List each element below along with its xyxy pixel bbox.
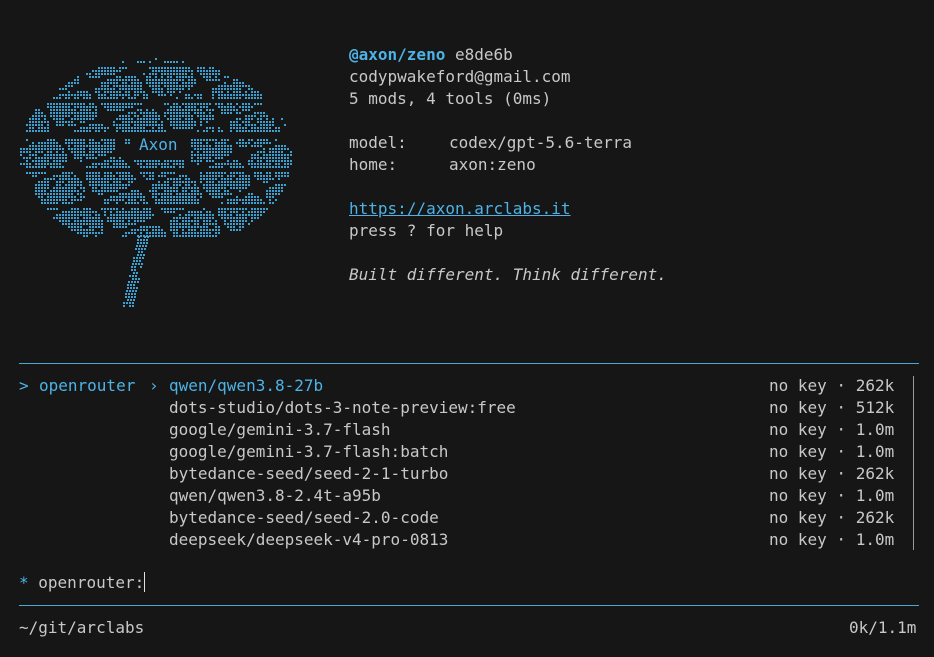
prompt-line[interactable]: * openrouter: [19, 572, 146, 594]
home-value: axon:zeno [449, 155, 536, 174]
model-status: no key · 262k [769, 376, 895, 395]
model-name: bytedance-seed/seed-2-1-turbo [169, 464, 449, 483]
prompt-marker: * [19, 573, 29, 592]
homepage-link[interactable]: https://axon.arclabs.it [349, 198, 571, 220]
list-item[interactable]: bytedance-seed/seed-2.0-code no key · 26… [0, 507, 934, 529]
help-hint: press ? for help [349, 221, 504, 240]
model-name: bytedance-seed/seed-2.0-code [169, 508, 439, 527]
list-item[interactable]: google/gemini-3.7-flash no key · 1.0m [0, 419, 934, 441]
prompt-input[interactable]: openrouter: [38, 573, 144, 592]
model-name: deepseek/deepseek-v4-pro-0813 [169, 530, 449, 549]
divider-top [19, 363, 919, 364]
terminal-window: { "header": { "logo_text": "Axon", "hand… [0, 0, 934, 657]
axon-brain-logo: Axon [20, 58, 292, 307]
model-name: qwen/qwen3.8-27b [169, 376, 324, 395]
list-item[interactable]: dots-studio/dots-3-note-preview:free no … [0, 397, 934, 419]
token-usage: 0k/1.1m [849, 618, 917, 637]
cwd-path: ~/git/arclabs [19, 618, 145, 637]
model-label: model: [349, 133, 407, 152]
logo-text: Axon [139, 135, 178, 154]
model-status: no key · 262k [769, 508, 895, 527]
provider-name: openrouter [39, 376, 136, 395]
commit-hash: e8de6b [454, 45, 513, 64]
list-item[interactable]: google/gemini-3.7-flash:batch no key · 1… [0, 441, 934, 463]
list-item[interactable]: qwen/qwen3.8-2.4t-a95b no key · 1.0m [0, 485, 934, 507]
model-name: google/gemini-3.7-flash:batch [169, 442, 449, 461]
model-name: dots-studio/dots-3-note-preview:free [169, 398, 516, 417]
identity-line: @axon/zeno e8de6b [349, 44, 513, 66]
model-status: no key · 1.0m [769, 420, 895, 439]
model-status: no key · 512k [769, 398, 895, 417]
model-name: google/gemini-3.7-flash [169, 420, 391, 439]
model-value: codex/gpt-5.6-terra [449, 133, 633, 152]
list-item[interactable]: > openrouter › qwen/qwen3.8-27b no key ·… [0, 375, 934, 397]
divider-bottom [19, 605, 919, 606]
mods-summary: 5 mods, 4 tools (0ms) [349, 89, 552, 108]
home-label: home: [349, 155, 398, 174]
model-name: qwen/qwen3.8-2.4t-a95b [169, 486, 381, 505]
model-status: no key · 1.0m [769, 530, 895, 549]
email: codypwakeford@gmail.com [349, 67, 571, 86]
model-status: no key · 262k [769, 464, 895, 483]
text-cursor [144, 572, 146, 592]
selection-marker: > [19, 376, 29, 395]
list-item[interactable]: deepseek/deepseek-v4-pro-0813 no key · 1… [0, 529, 934, 551]
model-status: no key · 1.0m [769, 486, 895, 505]
list-scrollbar[interactable] [913, 376, 914, 550]
tagline: Built different. Think different. [349, 265, 667, 284]
breadcrumb-separator: › [149, 376, 159, 395]
handle: @axon/zeno [349, 45, 446, 64]
list-item[interactable]: bytedance-seed/seed-2-1-turbo no key · 2… [0, 463, 934, 485]
model-status: no key · 1.0m [769, 442, 895, 461]
